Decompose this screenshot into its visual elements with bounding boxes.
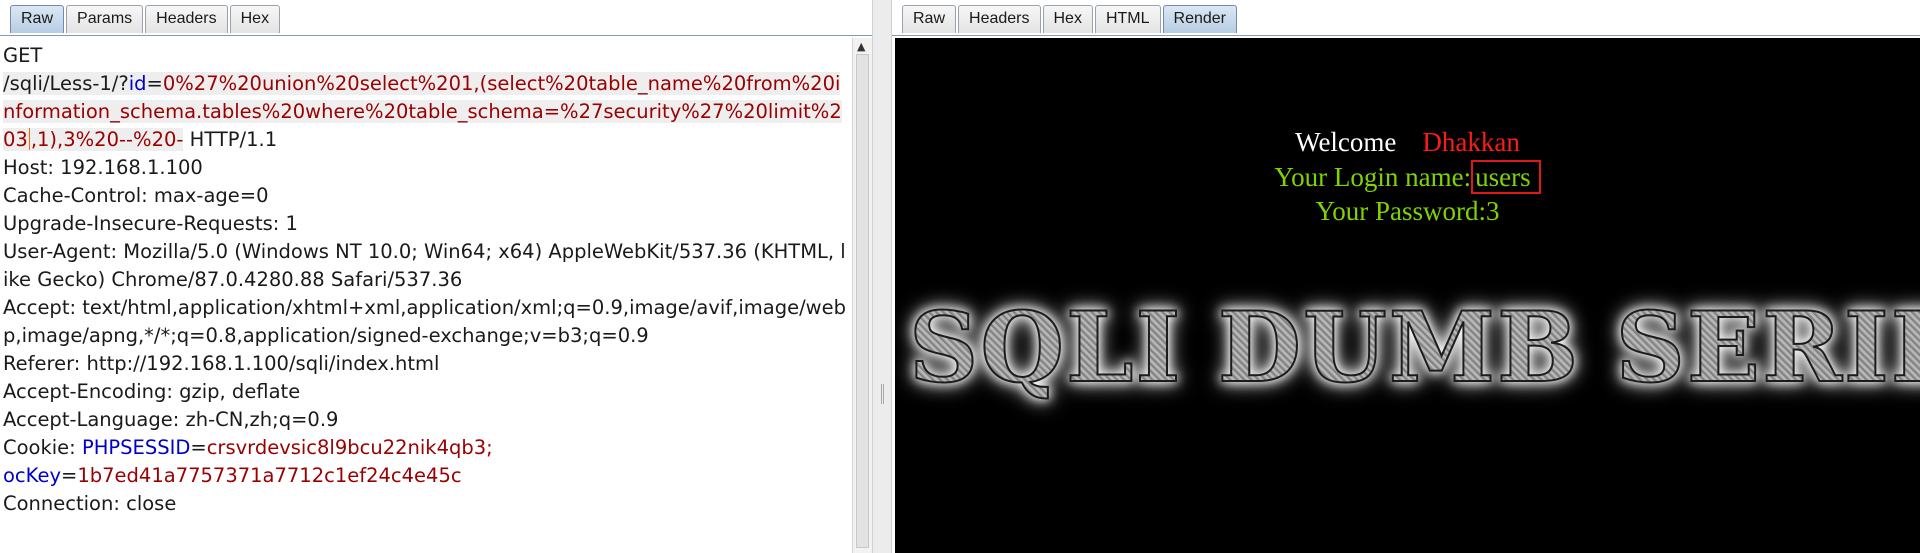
pane-splitter[interactable] [872, 0, 892, 553]
tab-headers[interactable]: Headers [145, 5, 228, 33]
request-protocol: HTTP/1.1 [183, 128, 278, 151]
header-accept-language: Accept-Language: zh-CN,zh;q=0.9 [3, 408, 339, 431]
request-method: GET [3, 44, 43, 67]
welcome-name: Dhakkan [1422, 127, 1520, 157]
splitter-grip-icon[interactable] [881, 384, 884, 404]
password-line: Your Password:3 [895, 195, 1920, 227]
request-tab-bar: Raw Params Headers Hex [0, 0, 872, 36]
tab-raw[interactable]: Raw [10, 5, 65, 33]
cookie-value-ockey: 1b7ed41a7757371a7712c1ef24c4e45c [77, 464, 462, 487]
request-path: /sqli/Less-1/? [3, 72, 129, 95]
request-line: /sqli/Less-1/?id=0%27%20union%20select%2… [3, 72, 842, 151]
header-referer: Referer: http://192.168.1.100/sqli/index… [3, 352, 440, 375]
response-tab-bar: Raw Headers Hex HTML Render [892, 0, 1920, 36]
header-upgrade-insecure: Upgrade-Insecure-Requests: 1 [3, 212, 298, 235]
password-label: Your Password: [1315, 196, 1487, 226]
param-key: id [128, 72, 147, 95]
welcome-text: Welcome [1295, 127, 1397, 157]
tab-response-render[interactable]: Render [1162, 5, 1237, 33]
cookie-key-phpsessid: PHPSESSID [81, 436, 191, 459]
password-value: 3 [1486, 196, 1500, 226]
header-user-agent: User-Agent: Mozilla/5.0 (Windows NT 10.0… [3, 240, 846, 291]
welcome-line: Welcome Dhakkan [895, 126, 1920, 158]
raw-request-text[interactable]: GET /sqli/Less-1/?id=0%27%20union%20sele… [0, 38, 848, 518]
header-host: Host: 192.168.1.100 [3, 156, 203, 179]
tab-response-headers[interactable]: Headers [958, 5, 1041, 33]
render-view: Welcome Dhakkan Your Login name: users You… [895, 38, 1920, 553]
header-cookie: Cookie: PHPSESSID=crsvrdevsic8l9bcu22nik… [3, 436, 493, 487]
cookie-value-phpsessid: crsvrdevsic8l9bcu22nik4qb3; [206, 436, 493, 459]
request-editor[interactable]: GET /sqli/Less-1/?id=0%27%20union%20sele… [0, 38, 852, 553]
cookie-key-ockey: ocKey [3, 464, 62, 487]
tab-response-html[interactable]: HTML [1094, 5, 1161, 33]
tab-hex[interactable]: Hex [229, 5, 281, 33]
tab-params[interactable]: Params [66, 5, 144, 33]
login-name-label: Your Login name: [1274, 162, 1472, 192]
scrollbar-thumb[interactable] [856, 54, 869, 548]
scroll-up-arrow-icon[interactable]: ▲ [857, 40, 865, 53]
param-value-2: ,1),3%20--%20- [30, 128, 184, 151]
cookie-label: Cookie: [3, 436, 82, 459]
tab-response-raw[interactable]: Raw [902, 5, 957, 33]
header-cache-control: Cache-Control: max-age=0 [3, 184, 269, 207]
request-scrollbar[interactable]: ▲ [852, 38, 872, 553]
sqli-banner-logo: SQLI DUMB SERIES [908, 292, 1920, 404]
header-accept-encoding: Accept-Encoding: gzip, deflate [3, 380, 301, 403]
login-name-value: users [1471, 160, 1541, 194]
text-caret [28, 128, 30, 150]
header-connection: Connection: close [3, 492, 177, 515]
header-accept: Accept: text/html,application/xhtml+xml,… [3, 296, 846, 347]
tab-response-hex[interactable]: Hex [1042, 5, 1093, 33]
login-name-line: Your Login name: users [895, 160, 1920, 194]
